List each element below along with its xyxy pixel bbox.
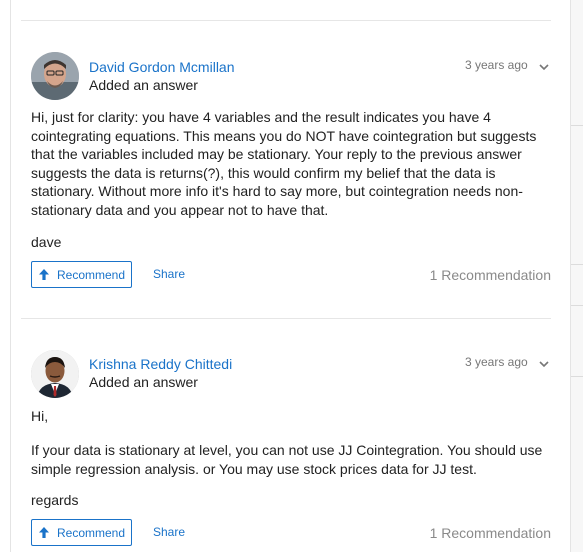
chevron-down-icon[interactable]: [537, 357, 551, 371]
avatar[interactable]: [31, 350, 79, 398]
answer-text: If your data is stationary at level, you…: [31, 442, 543, 477]
avatar[interactable]: [31, 52, 79, 100]
recommendation-count[interactable]: 1 Recommendation: [430, 267, 551, 283]
share-link[interactable]: Share: [153, 525, 185, 539]
recommend-button[interactable]: Recommend: [31, 519, 132, 546]
recommend-button[interactable]: Recommend: [31, 261, 132, 288]
answer-greeting: Hi,: [31, 408, 49, 424]
post-time: 3 years ago: [465, 58, 528, 72]
recommend-label: Recommend: [57, 525, 126, 540]
arrow-up-icon: [39, 527, 49, 538]
post-time: 3 years ago: [465, 355, 528, 369]
post-action: Added an answer: [89, 374, 198, 390]
answer-signature: dave: [31, 234, 62, 250]
sidebar-edge: [571, 0, 583, 552]
post-action: Added an answer: [89, 77, 198, 93]
divider: [21, 318, 551, 319]
chevron-down-icon[interactable]: [537, 60, 551, 74]
author-name[interactable]: David Gordon Mcmillan: [89, 59, 235, 75]
author-name[interactable]: Krishna Reddy Chittedi: [89, 356, 232, 372]
recommend-label: Recommend: [57, 267, 126, 282]
divider: [21, 20, 551, 21]
answer-signature: regards: [31, 492, 79, 508]
arrow-up-icon: [39, 269, 49, 280]
share-link[interactable]: Share: [153, 267, 185, 281]
answer-text: Hi, just for clarity: you have 4 variabl…: [31, 109, 537, 218]
recommendation-count[interactable]: 1 Recommendation: [430, 525, 551, 541]
